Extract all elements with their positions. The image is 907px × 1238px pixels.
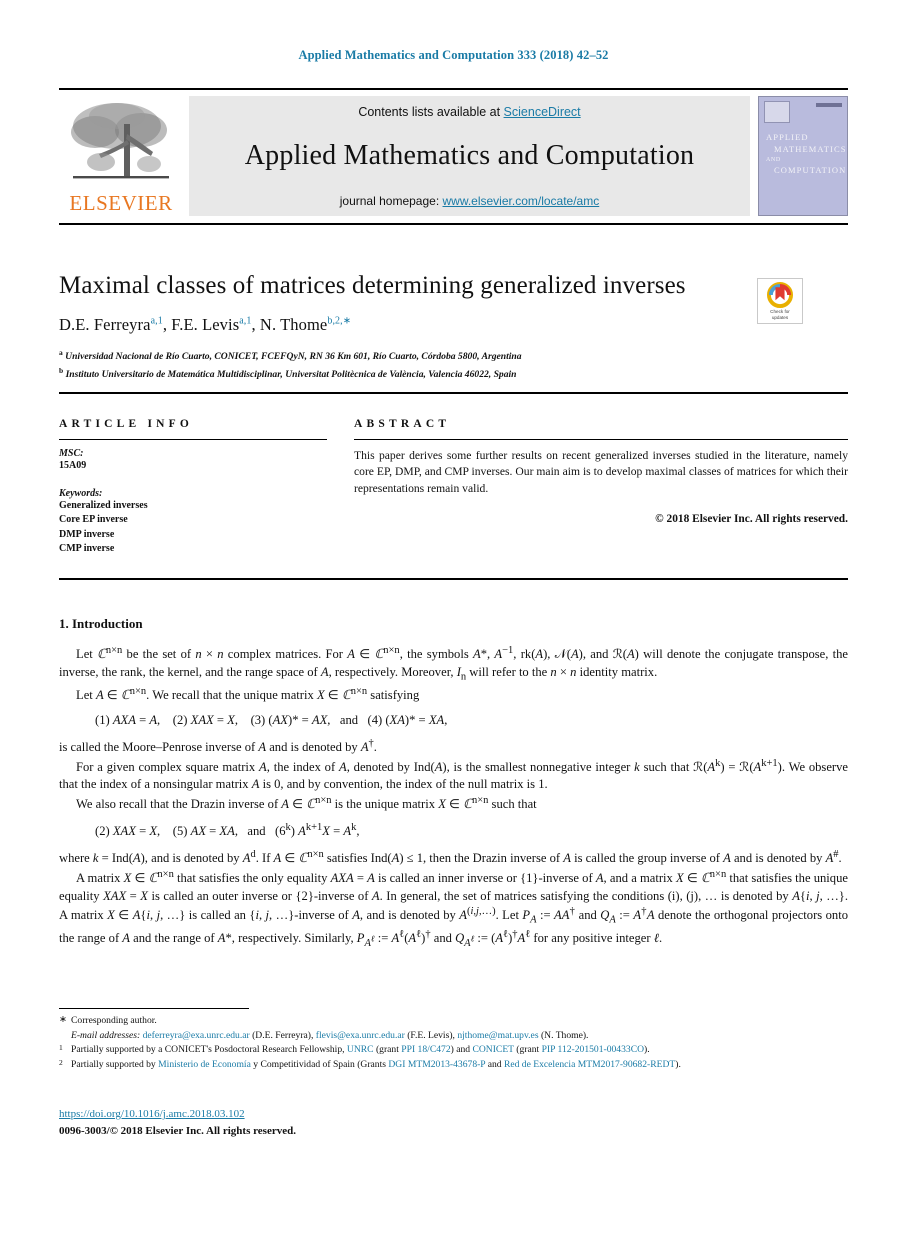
affiliation-b: b Instituto Universitario de Matemática … <box>59 365 517 380</box>
crossmark-badge[interactable]: Check for updates <box>757 278 803 324</box>
footnote-separator-rule <box>59 1008 249 1009</box>
crossmark-icon <box>767 282 793 308</box>
affiliation-b-text: Instituto Universitario de Matemática Mu… <box>65 368 517 380</box>
footnote-corresponding-text: Corresponding author. <box>71 1015 157 1026</box>
keywords-block: Keywords: Generalized inverses Core EP i… <box>59 488 327 557</box>
footnote-funding-1-text[interactable]: Partially supported by a CONICET's Posdo… <box>71 1044 650 1055</box>
journal-homepage-link[interactable]: www.elsevier.com/locate/amc <box>443 194 600 208</box>
footnote-emails: E-mail addresses: deferreyra@exa.unrc.ed… <box>59 1029 848 1044</box>
keywords-label: Keywords: <box>59 487 103 499</box>
paragraph: For a given complex square matrix A, the… <box>59 757 849 792</box>
paragraph: We also recall that the Drazin inverse o… <box>76 794 537 811</box>
running-head: Applied Mathematics and Computation 333 … <box>298 48 609 62</box>
abstract-column: ABSTRACT This paper derives some further… <box>354 400 848 557</box>
footnote-funding-2: 2 Partially supported by Ministerio de E… <box>59 1058 848 1073</box>
footnote-funding-2-text[interactable]: Partially supported by Ministerio de Eco… <box>71 1059 681 1070</box>
keyword-item: Core EP inverse <box>59 514 128 525</box>
homepage-prefix: journal homepage: <box>339 193 443 208</box>
journal-homepage-line: journal homepage: www.elsevier.com/locat… <box>340 194 599 208</box>
equation-moore-penrose: (1) AXA = A, (2) XAX = X, (3) (AX)* = AX… <box>95 713 448 728</box>
section-heading-introduction: 1. Introduction <box>59 616 143 631</box>
footnote-corresponding-author: ∗ Corresponding author. <box>59 1014 848 1029</box>
footer-block: https://doi.org/10.1016/j.amc.2018.03.10… <box>59 1106 848 1139</box>
affiliation-a: a Universidad Nacional de Río Cuarto, CO… <box>59 347 522 362</box>
title-block: Maximal classes of matrices determining … <box>59 272 848 383</box>
elsevier-logo: ELSEVIER <box>59 96 183 216</box>
article-info-heading: ARTICLE INFO <box>59 418 194 430</box>
elsevier-wordmark: ELSEVIER <box>69 191 173 215</box>
article-info-rule <box>59 439 327 440</box>
paragraph: where k = Ind(A), and is denoted by Ad. … <box>59 849 842 866</box>
cover-line-2: MATHEMATICS <box>774 144 847 155</box>
author-list: D.E. Ferreyraa,1, F.E. Levisa,1, N. Thom… <box>59 314 352 334</box>
cover-line-1: APPLIED <box>766 132 809 142</box>
equation-drazin: (2) XAX = X, (5) AX = XA, and (6k) Ak+1X… <box>95 822 360 839</box>
sciencedirect-link[interactable]: ScienceDirect <box>504 105 581 119</box>
cover-line-3: AND <box>766 156 781 163</box>
abstract-heading: ABSTRACT <box>354 418 451 430</box>
keyword-item: Generalized inverses <box>59 499 148 511</box>
crossmark-line-1: Check for <box>770 309 790 314</box>
cover-title-text: APPLIED MATHEMATICS AND COMPUTATION <box>766 131 847 177</box>
paragraph: Let A ∈ ℂn×n. We recall that the unique … <box>76 685 420 702</box>
keyword-item: CMP inverse <box>59 543 115 554</box>
info-bottom-rule <box>59 578 848 580</box>
masthead-top-rule <box>59 88 848 90</box>
cover-volume-mark <box>816 103 842 107</box>
contents-available-line: Contents lists available at ScienceDirec… <box>358 105 580 119</box>
affiliation-a-text: Universidad Nacional de Río Cuarto, CONI… <box>65 350 522 362</box>
abstract-rule <box>354 439 848 440</box>
cover-line-4: COMPUTATION <box>774 165 847 176</box>
journal-band: Contents lists available at ScienceDirec… <box>189 96 750 216</box>
footnote-funding-1: 1 Partially supported by a CONICET's Pos… <box>59 1043 848 1058</box>
footnotes-block: ∗ Corresponding author. E-mail addresses… <box>59 1014 848 1072</box>
article-info-column: ARTICLE INFO MSC: 15A09 Keywords: Genera… <box>59 400 327 557</box>
footnote-mark-star: ∗ <box>59 1014 68 1025</box>
article-body: 1. Introduction Let ℂn×n be the set of n… <box>59 616 848 951</box>
msc-value: 15A09 <box>59 460 87 471</box>
journal-masthead: ELSEVIER Contents lists available at Sci… <box>59 88 848 225</box>
paragraph: is called the Moore–Penrose inverse of A… <box>59 738 377 755</box>
issn-copyright-line: 0096-3003/© 2018 Elsevier Inc. All right… <box>59 1124 296 1137</box>
abstract-copyright: © 2018 Elsevier Inc. All rights reserved… <box>655 513 848 526</box>
cover-publisher-mark <box>764 101 790 123</box>
journal-title: Applied Mathematics and Computation <box>244 140 695 172</box>
footnote-mark-2: 2 <box>59 1057 63 1067</box>
contents-prefix: Contents lists available at <box>358 105 504 119</box>
crossmark-label: Check for updates <box>770 309 790 320</box>
paragraph: A matrix X ∈ ℂn×n that satisfies the onl… <box>59 868 849 949</box>
doi-link[interactable]: https://doi.org/10.1016/j.amc.2018.03.10… <box>59 1108 245 1120</box>
journal-cover-thumbnail: APPLIED MATHEMATICS AND COMPUTATION <box>758 96 848 216</box>
info-top-rule <box>59 392 848 394</box>
paragraph: Let ℂn×n be the set of n × n complex mat… <box>59 645 849 683</box>
footnote-emails-text[interactable]: E-mail addresses: deferreyra@exa.unrc.ed… <box>71 1030 588 1041</box>
crossmark-line-2: updates <box>771 314 789 320</box>
info-abstract-grid: ARTICLE INFO MSC: 15A09 Keywords: Genera… <box>59 400 848 557</box>
abstract-text: This paper derives some further results … <box>354 449 848 495</box>
elsevier-tree-icon <box>71 103 169 179</box>
page-title: Maximal classes of matrices determining … <box>59 272 686 299</box>
keyword-item: DMP inverse <box>59 528 115 540</box>
masthead-bottom-rule <box>59 223 848 225</box>
msc-label: MSC: <box>59 448 84 459</box>
paper-page: Applied Mathematics and Computation 333 … <box>0 0 907 1238</box>
affiliations: a Universidad Nacional de Río Cuarto, CO… <box>59 347 848 383</box>
